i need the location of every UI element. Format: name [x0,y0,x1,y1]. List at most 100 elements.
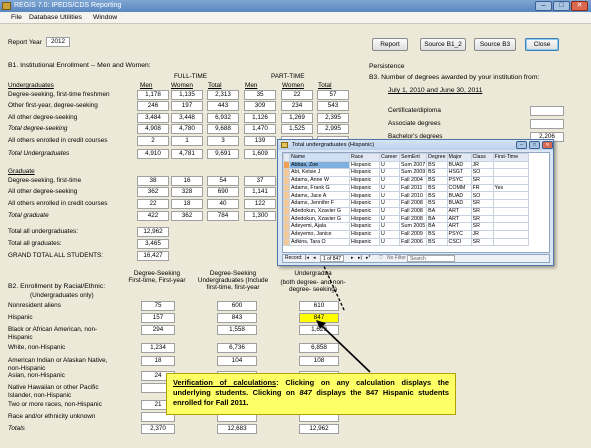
students-datasheet[interactable]: Name Race Career SemEnt Degree Major Class Firs… [282,152,550,253]
student-cell[interactable]: Yes [492,183,529,193]
no-filter-button[interactable]: No Filter [387,255,406,262]
column-header[interactable]: Degree [426,153,448,162]
column-header[interactable]: SemEnt [398,153,428,162]
student-cell[interactable] [492,229,529,239]
student-cell[interactable]: Adams, Jace A [289,191,350,201]
student-cell[interactable] [492,206,529,216]
student-cell[interactable]: COMM [446,183,472,193]
student-cell[interactable]: BS [426,199,448,208]
student-row[interactable]: Adedokun, Xzavier G Hispanic U Fall 2008 BA A… [283,206,529,216]
student-row[interactable]: Adeyemo, Janice Hispanic U Fall 2009 BS PSYC J… [283,229,529,239]
student-cell[interactable]: BS [426,237,448,247]
student-cell[interactable]: Fall 2004 [398,176,428,185]
new-record-button[interactable]: ▸* [366,255,370,262]
search-box[interactable]: Search [407,255,455,262]
student-cell[interactable] [492,237,529,247]
student-cell[interactable]: Adeyemi, Ajala [289,222,350,231]
student-cell[interactable]: Hispanic [349,237,380,247]
student-cell[interactable]: Hispanic [349,222,380,231]
student-cell[interactable]: SR [470,214,494,224]
next-record-button[interactable]: ▸ [351,255,354,262]
student-cell[interactable]: BA [426,222,448,231]
student-row[interactable]: Abt, Kelsie J Hispanic U Sum 2009 BS HSGT SO [283,168,529,178]
student-row[interactable]: Adams, Jennifer F Hispanic U Fall 2008 BS BUA… [283,199,529,208]
student-cell[interactable]: Fall 2008 [398,214,428,224]
student-cell[interactable]: ART [446,214,472,224]
student-cell[interactable]: Fall 2006 [398,237,428,247]
student-cell[interactable]: Fall 2008 [398,206,428,216]
student-cell[interactable]: Hispanic [349,168,380,178]
student-cell[interactable]: Adkins, Tara O [289,237,350,247]
student-cell[interactable]: PSYC [446,229,472,239]
student-cell[interactable]: BUAD [446,160,472,170]
student-cell[interactable]: U [379,176,400,185]
student-cell[interactable]: FR [470,183,494,193]
student-cell[interactable]: SR [470,222,494,231]
student-cell[interactable]: SO [470,168,494,178]
student-cell[interactable]: Hispanic [349,229,380,239]
student-cell[interactable] [492,176,529,185]
student-row[interactable]: Adams, Frank G Hispanic U Fall 2011 BS COMM FR… [283,183,529,193]
student-cell[interactable]: Adedokun, Xzavier G [289,206,350,216]
column-header[interactable]: Class [470,153,494,162]
prev-record-button[interactable]: ◂ [313,255,316,262]
student-cell[interactable] [492,191,529,201]
student-cell[interactable]: Fall 2011 [398,183,428,193]
column-header[interactable]: Career [379,153,400,162]
student-row[interactable]: Adkins, Tara O Hispanic U Fall 2006 BS CSCI SR [283,237,529,247]
student-row[interactable]: Adeyemi, Ajala Hispanic U Sum 2005 BA ART SR [283,222,529,231]
student-cell[interactable]: SR [470,237,494,247]
student-cell[interactable]: ART [446,222,472,231]
column-header[interactable]: Name [289,153,350,162]
last-record-button[interactable]: ▸| [358,255,362,262]
student-cell[interactable]: Hispanic [349,176,380,185]
student-cell[interactable]: Hispanic [349,206,380,216]
student-cell[interactable]: BUAD [446,199,472,208]
student-cell[interactable]: U [379,191,400,201]
student-cell[interactable]: BS [426,176,448,185]
student-cell[interactable]: U [379,222,400,231]
student-cell[interactable]: BA [426,214,448,224]
student-cell[interactable] [492,168,529,178]
student-cell[interactable]: U [379,168,400,178]
student-cell[interactable] [492,214,529,224]
record-position[interactable]: 1 of 847 [320,255,345,262]
student-cell[interactable]: Adeyemo, Janice [289,229,350,239]
student-cell[interactable]: BS [426,191,448,201]
student-cell[interactable]: Fall 2008 [398,199,428,208]
student-cell[interactable]: BS [426,183,448,193]
student-cell[interactable]: SR [470,199,494,208]
student-cell[interactable]: U [379,206,400,216]
column-header[interactable]: First-Time [492,153,529,162]
student-cell[interactable]: Hispanic [349,199,380,208]
student-cell[interactable]: Fall 2010 [398,191,428,201]
column-header[interactable]: Race [349,153,380,162]
student-cell[interactable] [492,222,529,231]
first-record-button[interactable]: |◂ [305,255,309,262]
student-cell[interactable]: BS [426,160,448,170]
student-cell[interactable]: Adedokun, Xzavier G [289,214,350,224]
column-header[interactable]: Major [446,153,472,162]
popup-minimize-button[interactable]: – [516,141,527,149]
student-cell[interactable]: Sum 2005 [398,222,428,231]
popup-maximize-button[interactable]: □ [529,141,540,149]
student-cell[interactable]: U [379,214,400,224]
student-cell[interactable]: BUAD [446,191,472,201]
student-cell[interactable]: U [379,237,400,247]
student-cell[interactable]: ART [446,206,472,216]
hispanic-students-popup[interactable]: Total undergraduates (Hispanic) – □ ✕ Na… [277,139,554,266]
student-cell[interactable]: Adams, Jennifer F [289,199,350,208]
student-row[interactable]: Adams, Anne W Hispanic U Fall 2004 BS PSYC SR [283,176,529,185]
student-cell[interactable]: JR [470,229,494,239]
student-cell[interactable]: Adams, Anne W [289,176,350,185]
popup-close-button[interactable]: ✕ [542,141,553,149]
student-row[interactable]: Adams, Jace A Hispanic U Fall 2010 BS BUAD SO [283,191,529,201]
student-cell[interactable]: U [379,229,400,239]
student-cell[interactable]: PSYC [446,176,472,185]
student-cell[interactable]: Hispanic [349,191,380,201]
student-cell[interactable]: JR [470,160,494,170]
student-cell[interactable]: HSGT [446,168,472,178]
student-cell[interactable]: Hispanic [349,160,380,170]
student-cell[interactable]: Fall 2009 [398,229,428,239]
student-cell[interactable]: BS [426,229,448,239]
